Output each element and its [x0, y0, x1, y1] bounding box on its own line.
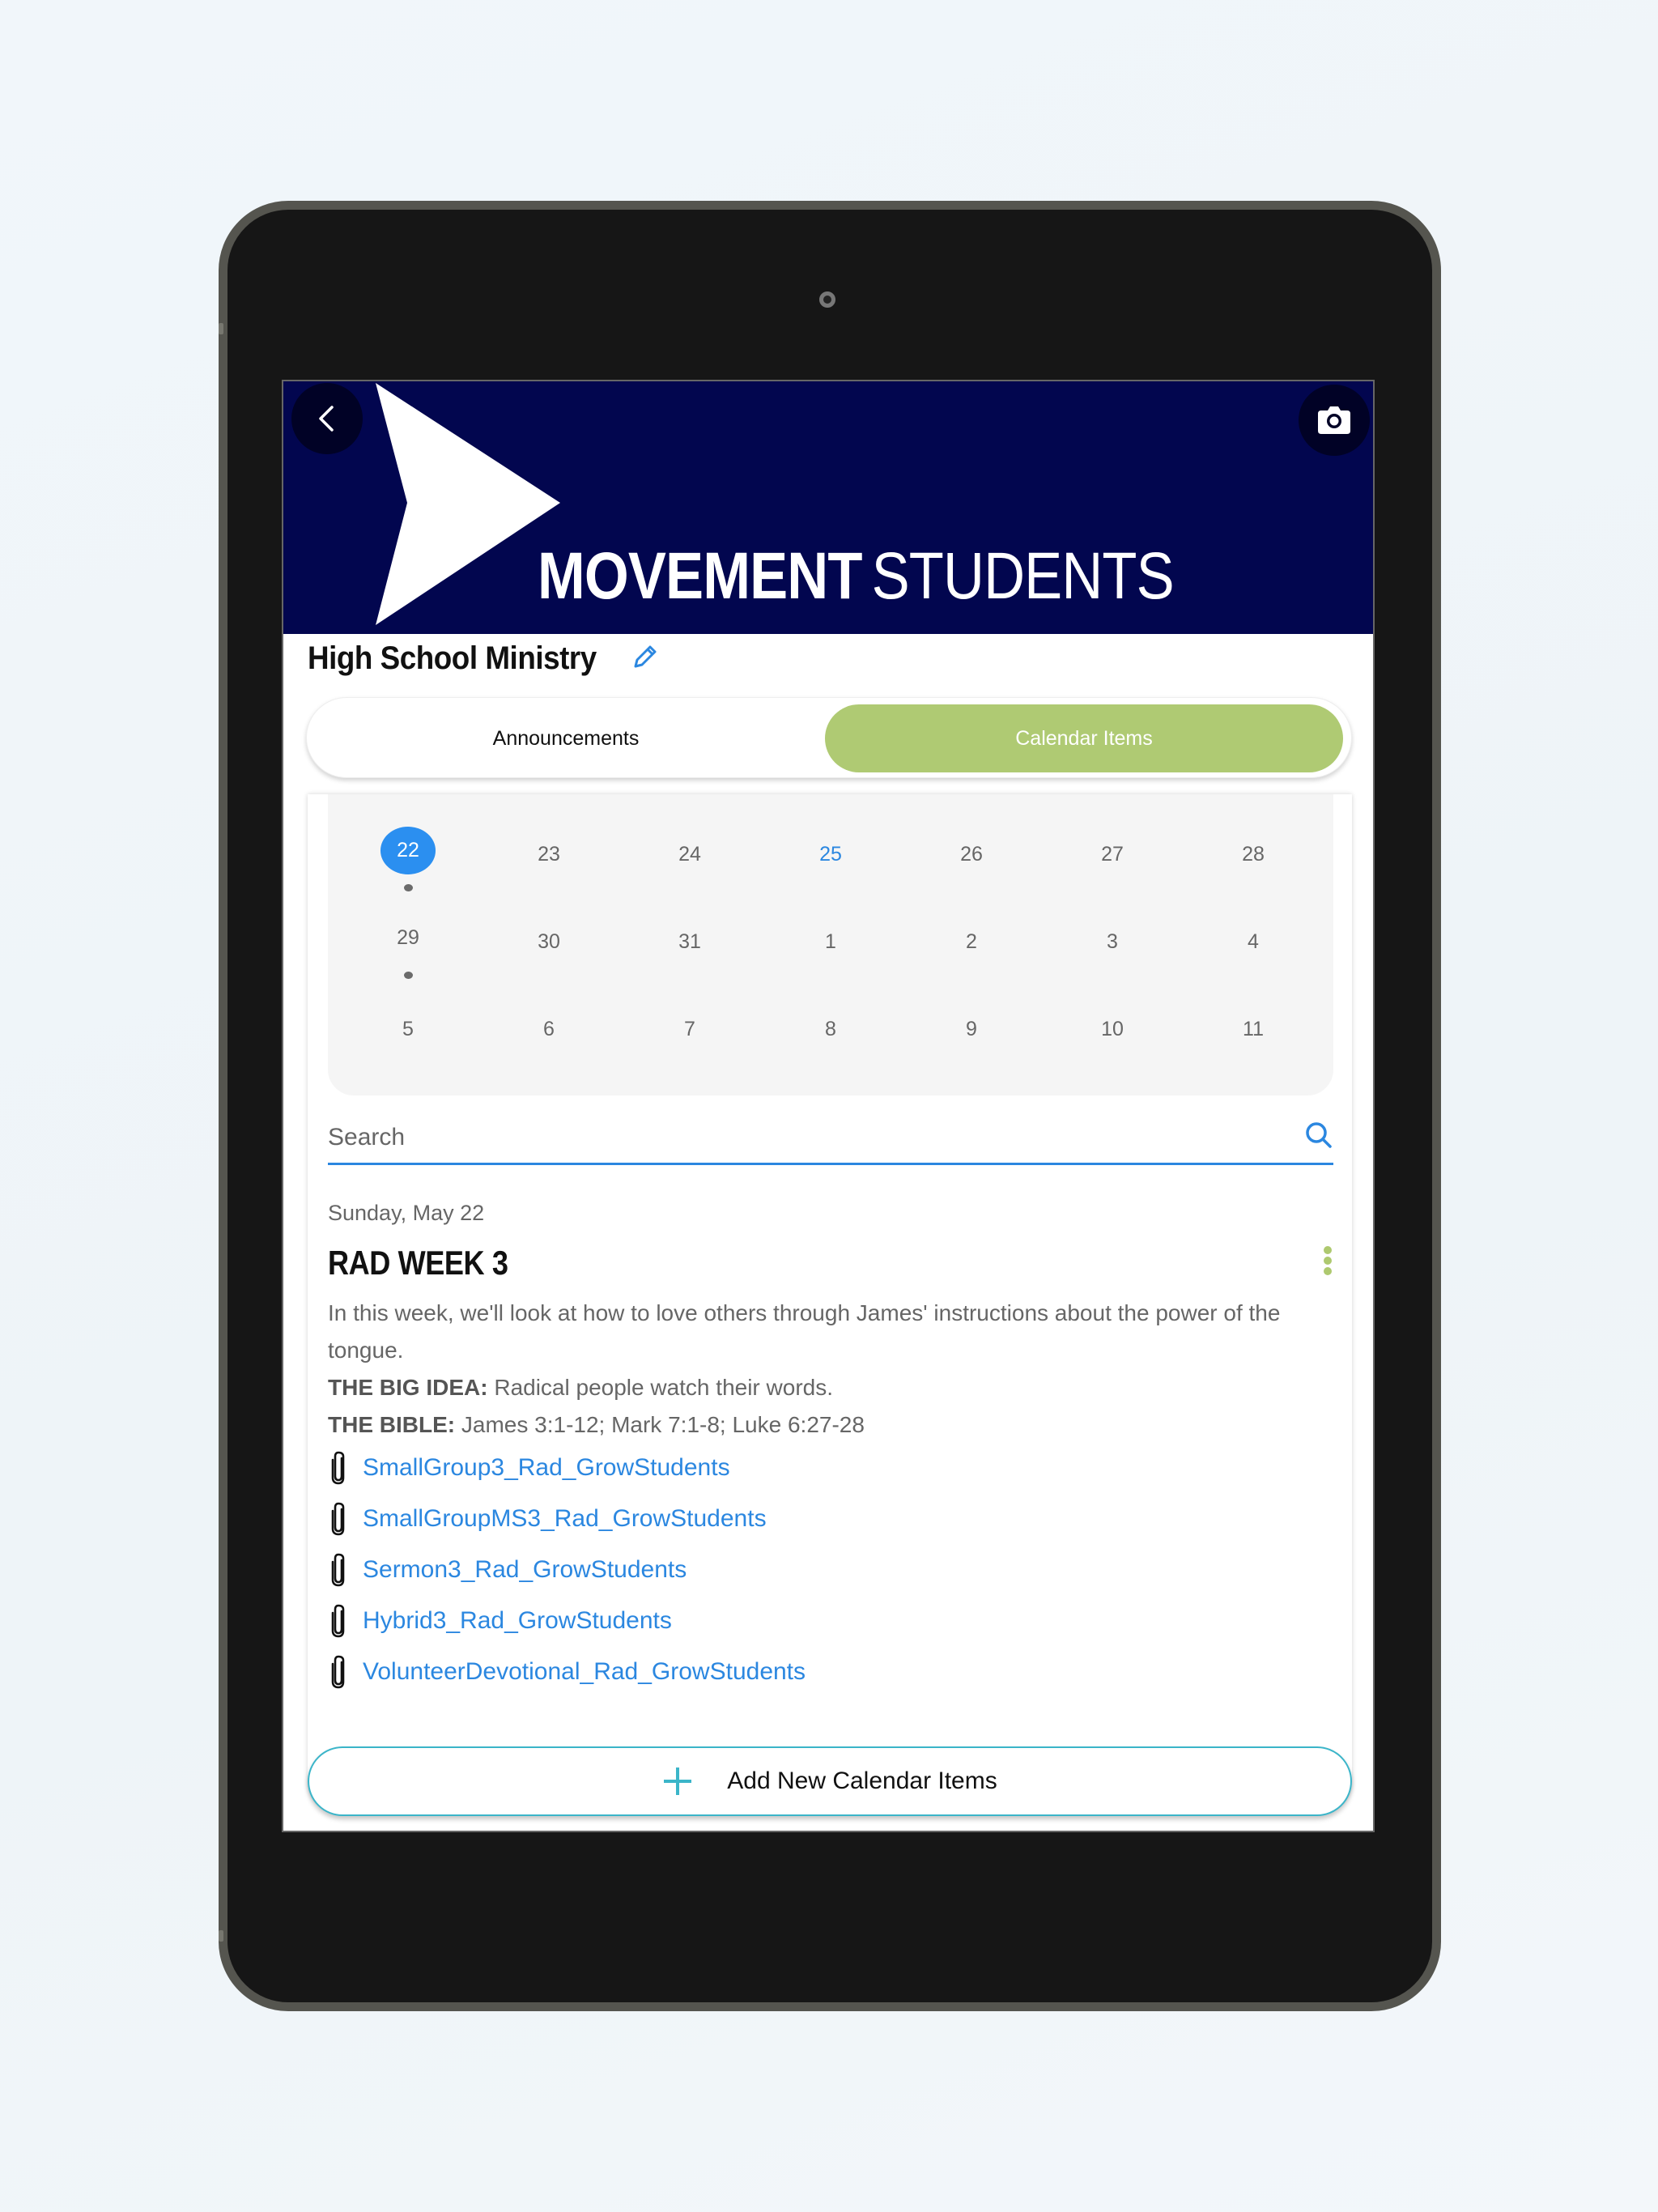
- more-vertical-icon[interactable]: [1320, 1244, 1336, 1277]
- calendar-day[interactable]: 23: [478, 827, 619, 891]
- calendar-day[interactable]: 24: [619, 827, 760, 891]
- calendar-day[interactable]: 1: [760, 914, 901, 979]
- group-title-row: High School Ministry: [308, 640, 659, 677]
- chevron-left-icon: [319, 406, 334, 432]
- calendar-day[interactable]: 26: [901, 827, 1042, 891]
- attachment-link[interactable]: SmallGroupMS3_Rad_GrowStudents: [363, 1505, 767, 1533]
- calendar-day[interactable]: 30: [478, 914, 619, 979]
- calendar-day[interactable]: 27: [1042, 827, 1183, 891]
- calendar-day[interactable]: 8: [760, 1002, 901, 1066]
- calendar-day-number: 10: [1101, 1017, 1124, 1040]
- paperclip-icon: [324, 1603, 353, 1639]
- calendar-day[interactable]: 28: [1183, 827, 1324, 891]
- attachment-link[interactable]: VolunteerDevotional_Rad_GrowStudents: [363, 1658, 806, 1686]
- brand-light: STUDENTS: [871, 539, 1175, 613]
- search-input[interactable]: [328, 1123, 1259, 1151]
- brand-title: MOVEMENT STUDENTS: [538, 543, 1175, 610]
- calendar-day[interactable]: 4: [1183, 914, 1324, 979]
- calendar-day[interactable]: 25: [760, 827, 901, 891]
- paperclip-icon: [324, 1501, 353, 1537]
- brand-bold: MOVEMENT: [538, 539, 862, 613]
- calendar-grid: 22 23 24 25 26 27 28 29 30 31 1 2 3 4 5 6 7 8 9 10 11: [328, 794, 1333, 1095]
- calendar-day-number: 26: [960, 842, 983, 866]
- attachment-link[interactable]: SmallGroup3_Rad_GrowStudents: [363, 1454, 730, 1482]
- search-bar: [328, 1112, 1333, 1165]
- front-camera: [819, 291, 835, 308]
- event-bible: THE BIBLE: James 3:1-12; Mark 7:1-8; Luk…: [328, 1412, 865, 1437]
- app-header: MOVEMENT STUDENTS: [283, 381, 1373, 634]
- tab-announcements[interactable]: Announcements: [313, 704, 818, 772]
- calendar-day-number: 2: [966, 929, 977, 953]
- attachment-list: SmallGroup3_Rad_GrowStudents SmallGroupMS…: [324, 1442, 806, 1697]
- calendar-day-number: 22: [380, 827, 436, 874]
- calendar-day-number: 4: [1248, 929, 1259, 953]
- calendar-day[interactable]: 22: [338, 827, 478, 891]
- calendar-day-number: 7: [684, 1017, 695, 1040]
- calendar-day[interactable]: 31: [619, 914, 760, 979]
- calendar-day-number: 23: [538, 842, 560, 866]
- tab-calendar-items[interactable]: Calendar Items: [825, 704, 1343, 772]
- attachment-item[interactable]: SmallGroup3_Rad_GrowStudents: [324, 1442, 806, 1493]
- calendar-day-number: 28: [1242, 842, 1265, 866]
- calendar-day[interactable]: 7: [619, 1002, 760, 1066]
- attachment-item[interactable]: SmallGroupMS3_Rad_GrowStudents: [324, 1493, 806, 1544]
- calendar-day[interactable]: 6: [478, 1002, 619, 1066]
- paperclip-icon: [324, 1654, 353, 1690]
- event-indicator-dot: [403, 971, 413, 979]
- add-button-label: Add New Calendar Items: [727, 1767, 997, 1794]
- event-summary: In this week, we'll look at how to love …: [328, 1300, 1281, 1363]
- segment-tabs: Announcements Calendar Items: [306, 697, 1352, 778]
- side-button: [219, 323, 223, 334]
- paperclip-icon: [324, 1552, 353, 1588]
- camera-icon: [1318, 406, 1350, 434]
- calendar-day-number: 8: [825, 1017, 836, 1040]
- calendar-day[interactable]: 2: [901, 914, 1042, 979]
- attachment-link[interactable]: Sermon3_Rad_GrowStudents: [363, 1556, 687, 1584]
- attachment-link[interactable]: Hybrid3_Rad_GrowStudents: [363, 1607, 672, 1635]
- calendar-day[interactable]: 3: [1042, 914, 1183, 979]
- calendar-day-number: 6: [543, 1017, 555, 1040]
- side-button: [219, 1930, 223, 1942]
- camera-button[interactable]: [1299, 385, 1370, 456]
- calendar-day[interactable]: 9: [901, 1002, 1042, 1066]
- calendar-day-number: 5: [402, 1017, 414, 1040]
- group-title: High School Ministry: [308, 640, 597, 676]
- add-calendar-item-button[interactable]: Add New Calendar Items: [308, 1746, 1352, 1816]
- event-indicator-dot: [403, 883, 413, 891]
- calendar-week-row: 29 30 31 1 2 3 4: [328, 914, 1333, 979]
- attachment-item[interactable]: Sermon3_Rad_GrowStudents: [324, 1544, 806, 1595]
- calendar-week-row: 5 6 7 8 9 10 11: [328, 1002, 1333, 1066]
- calendar-day-number: 9: [966, 1017, 977, 1040]
- event-date: Sunday, May 22: [328, 1201, 485, 1225]
- calendar-day-number: 11: [1243, 1017, 1264, 1040]
- event-big-idea: THE BIG IDEA: Radical people watch their…: [328, 1375, 834, 1400]
- calendar-day[interactable]: 11: [1183, 1002, 1324, 1066]
- calendar-day-number: 3: [1107, 929, 1118, 953]
- plus-icon: [662, 1766, 693, 1797]
- event-title: RAD WEEK 3: [328, 1244, 508, 1282]
- calendar-day-number: 29: [397, 925, 419, 949]
- app-screen: MOVEMENT STUDENTS High School Ministry An…: [282, 380, 1375, 1832]
- calendar-week-row: 22 23 24 25 26 27 28: [328, 827, 1333, 891]
- calendar-day-number: 27: [1101, 842, 1124, 866]
- calendar-day[interactable]: 29: [338, 914, 478, 979]
- back-button[interactable]: [291, 383, 363, 454]
- calendar-day-number: 30: [538, 929, 560, 953]
- calendar-day[interactable]: 10: [1042, 1002, 1183, 1066]
- event-description: In this week, we'll look at how to love …: [328, 1295, 1332, 1444]
- attachment-item[interactable]: VolunteerDevotional_Rad_GrowStudents: [324, 1646, 806, 1697]
- paperclip-icon: [324, 1450, 353, 1486]
- calendar-day[interactable]: 5: [338, 1002, 478, 1066]
- calendar-day-number: 24: [678, 842, 701, 866]
- search-icon[interactable]: [1304, 1121, 1333, 1154]
- attachment-item[interactable]: Hybrid3_Rad_GrowStudents: [324, 1595, 806, 1646]
- calendar-day-number: 31: [678, 929, 701, 953]
- pencil-icon[interactable]: [631, 643, 659, 674]
- calendar-card: 222324252627282930311234567891011 Sunday…: [308, 794, 1352, 1806]
- calendar-day-number: 25: [819, 842, 842, 866]
- calendar-day-number: 1: [825, 929, 836, 953]
